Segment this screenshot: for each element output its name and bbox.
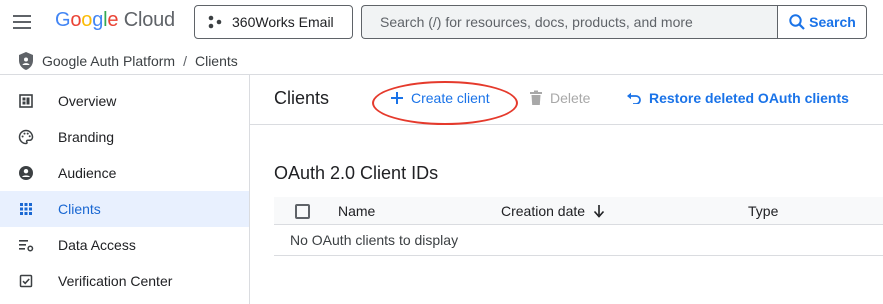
empty-message: No OAuth clients to display xyxy=(290,232,459,248)
restore-label: Restore deleted OAuth clients xyxy=(649,90,849,106)
breadcrumb-item-clients[interactable]: Clients xyxy=(195,53,238,69)
sidebar-item-branding[interactable]: Branding xyxy=(0,119,249,155)
project-hierarchy-icon xyxy=(208,15,222,29)
grid-icon xyxy=(20,203,32,215)
search-icon xyxy=(789,14,805,30)
shield-icon xyxy=(19,51,33,70)
search-button[interactable]: Search xyxy=(777,5,867,39)
column-header-label: Creation date xyxy=(501,203,586,219)
sidebar-item-verification-center[interactable]: Verification Center xyxy=(0,263,249,299)
table-header: Name Creation date Type xyxy=(274,197,883,225)
column-header-name[interactable]: Name xyxy=(338,203,375,219)
sidebar-item-label: Data Access xyxy=(58,237,136,253)
search-placeholder: Search (/) for resources, docs, products… xyxy=(380,14,693,30)
sidebar-item-label: Clients xyxy=(58,201,101,217)
section-title: OAuth 2.0 Client IDs xyxy=(274,163,439,183)
trash-icon xyxy=(530,90,542,105)
verified-checkbox-icon xyxy=(19,274,33,288)
empty-table-row: No OAuth clients to display xyxy=(274,225,883,256)
delete-label: Delete xyxy=(550,90,591,106)
sidebar-item-data-access[interactable]: Data Access xyxy=(0,227,249,263)
create-client-button[interactable]: Create client xyxy=(390,90,490,106)
breadcrumb-item-auth-platform[interactable]: Google Auth Platform xyxy=(42,53,175,69)
restore-deleted-clients-button[interactable]: Restore deleted OAuth clients xyxy=(626,90,849,106)
undo-icon xyxy=(627,92,641,104)
toolbar: Clients Create client Delete Restore del… xyxy=(250,75,883,125)
column-header-creation-date[interactable]: Creation date xyxy=(501,203,605,219)
google-cloud-logo[interactable]: Google Cloud xyxy=(55,9,175,32)
menu-icon[interactable] xyxy=(12,12,32,32)
top-bar: Google Cloud 360Works Email Search (/) f… xyxy=(0,0,883,44)
data-access-icon xyxy=(19,240,34,252)
plus-icon xyxy=(391,92,403,104)
palette-icon xyxy=(18,129,34,145)
sidebar: Overview Branding Audience Clients Data … xyxy=(0,75,250,304)
sidebar-item-overview[interactable]: Overview xyxy=(0,83,249,119)
column-header-type[interactable]: Type xyxy=(748,203,778,219)
project-selector-button[interactable]: 360Works Email xyxy=(194,5,353,39)
search-input[interactable]: Search (/) for resources, docs, products… xyxy=(361,5,778,39)
sidebar-item-label: Verification Center xyxy=(58,273,173,289)
breadcrumb: Google Auth Platform / Clients xyxy=(0,47,883,75)
main-content: Clients Create client Delete Restore del… xyxy=(250,75,883,304)
delete-button[interactable]: Delete xyxy=(529,90,590,106)
sidebar-item-clients[interactable]: Clients xyxy=(0,191,249,227)
person-circle-icon xyxy=(19,166,33,180)
breadcrumb-separator: / xyxy=(183,52,187,69)
sidebar-item-label: Branding xyxy=(58,129,115,145)
sidebar-item-label: Overview xyxy=(58,93,117,109)
select-all-checkbox[interactable] xyxy=(295,204,310,219)
arrow-down-icon xyxy=(593,205,605,218)
project-name: 360Works Email xyxy=(232,14,334,30)
search-button-label: Search xyxy=(809,14,856,30)
create-client-label: Create client xyxy=(411,90,490,106)
page-title: Clients xyxy=(274,88,330,108)
dashboard-icon xyxy=(19,94,33,108)
sidebar-item-label: Audience xyxy=(58,165,117,181)
sidebar-item-audience[interactable]: Audience xyxy=(0,155,249,191)
